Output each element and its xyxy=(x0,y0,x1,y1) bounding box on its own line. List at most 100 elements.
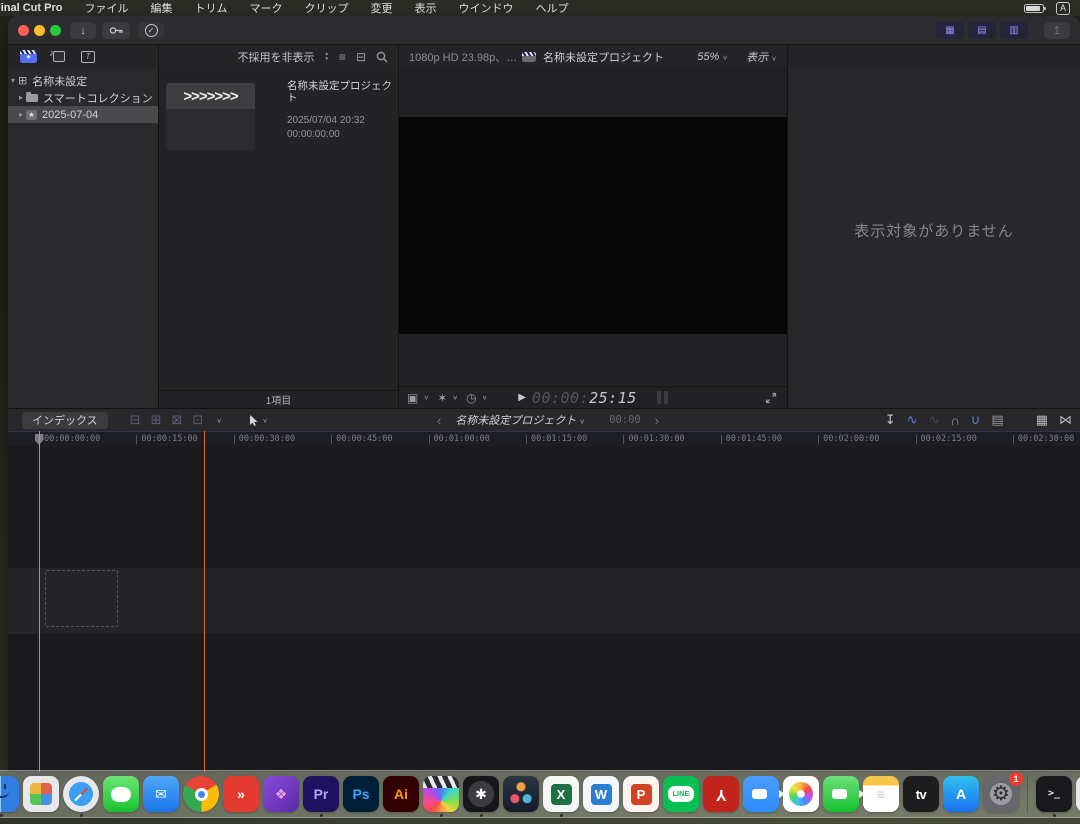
search-icon[interactable] xyxy=(376,51,388,63)
dock-app[interactable]: » xyxy=(221,772,261,816)
clip-name[interactable]: 名称未設定プロジェクト xyxy=(287,80,397,104)
show-timeline-button[interactable]: ▤ xyxy=(968,22,996,39)
dock-app[interactable]: Y xyxy=(701,772,741,816)
audio-skimming-icon[interactable]: ∿ xyxy=(907,412,918,428)
play-button[interactable]: ▶ xyxy=(518,392,526,403)
storyline-clip-placeholder[interactable] xyxy=(45,570,118,627)
keyword-editor-button[interactable] xyxy=(102,22,130,39)
disclosure-open-icon[interactable]: ▾ xyxy=(8,76,18,85)
menu-item[interactable]: ウインドウ xyxy=(458,0,513,16)
dock-app[interactable]: W xyxy=(581,772,621,816)
dock-app[interactable] xyxy=(1021,772,1034,816)
effects-browser-icon[interactable]: ▦ xyxy=(1036,412,1048,428)
dock-app[interactable] xyxy=(781,772,821,816)
dock-app[interactable]: Pr xyxy=(301,772,341,816)
clip-appearance-timeline-icon[interactable]: ▤ xyxy=(991,412,1003,428)
sidebar-item-smart-collection[interactable]: ▸ スマートコレクション xyxy=(8,89,158,106)
tab-photos-audio-icon[interactable] xyxy=(53,51,65,62)
dock-app[interactable]: X xyxy=(541,772,581,816)
transitions-browser-icon[interactable]: ⋈ xyxy=(1059,412,1072,428)
skimming-icon[interactable]: ↧ xyxy=(885,412,896,428)
playhead-line[interactable] xyxy=(39,431,40,772)
clip-appearance-icon[interactable]: ≡ xyxy=(339,50,346,64)
timeline-body[interactable] xyxy=(8,446,1080,772)
share-button[interactable]: ↥ xyxy=(1044,22,1070,39)
dock-app[interactable] xyxy=(181,772,221,816)
dock-app[interactable]: tv xyxy=(901,772,941,816)
filter-dropdown[interactable]: 不採用を非表示 xyxy=(237,49,314,65)
dock-app[interactable]: P xyxy=(621,772,661,816)
dock-app[interactable] xyxy=(101,772,141,816)
video-canvas[interactable] xyxy=(399,117,788,334)
menu-item[interactable]: ファイル xyxy=(84,0,128,16)
dock-app[interactable] xyxy=(421,772,461,816)
clip-date: 2025/07/04 20:32 xyxy=(287,115,397,126)
project-name-label[interactable]: 名称未設定プロジェクト xyxy=(543,49,664,65)
menu-item[interactable]: 表示 xyxy=(414,0,436,16)
minimize-window-button[interactable] xyxy=(34,25,45,36)
menu-item[interactable]: 変更 xyxy=(370,0,392,16)
timeline-back-icon[interactable]: ‹ xyxy=(437,413,441,428)
timeline-panel-icon: ▤ xyxy=(977,25,986,36)
dock-app[interactable]: A xyxy=(941,772,981,816)
dock-app[interactable]: >_ xyxy=(1034,772,1074,816)
dock-app[interactable] xyxy=(21,772,61,816)
chevron-down-icon[interactable]: ∨ xyxy=(216,416,222,423)
snapping-icon[interactable]: ∪ xyxy=(971,412,981,428)
dock-app[interactable] xyxy=(741,772,781,816)
sidebar-item-library[interactable]: ▾ ⊞ 名称未設定 xyxy=(8,72,158,89)
disclosure-closed-icon[interactable]: ▸ xyxy=(16,110,26,119)
app-icon xyxy=(752,789,767,799)
solo-icon[interactable]: ∿ xyxy=(929,412,940,428)
filmstrip-view-icon[interactable]: ⊟ xyxy=(356,50,366,64)
import-media-button[interactable]: ↓ xyxy=(70,22,96,39)
append-edit-icon[interactable]: ⊠ xyxy=(171,412,182,428)
dock-app[interactable]: LINE xyxy=(661,772,701,816)
menu-item[interactable]: クリップ xyxy=(304,0,348,16)
dock-app[interactable] xyxy=(1074,772,1080,816)
timeline-index-button[interactable]: インデックス xyxy=(22,412,108,429)
menu-item[interactable]: トリム xyxy=(194,0,227,16)
menu-app-name[interactable]: Final Cut Pro xyxy=(0,2,62,14)
project-clip-thumbnail[interactable]: >>>>>>> xyxy=(166,83,255,150)
timeline-ruler[interactable]: 00:00:00:00 00:00:15:00 00:00:30:00 00:0… xyxy=(8,431,1080,446)
sidebar-item-event-selected[interactable]: ▸ ★ 2025-07-04 xyxy=(8,106,158,123)
dock-app[interactable] xyxy=(821,772,861,816)
connect-edit-icon[interactable]: ⊟ xyxy=(130,412,141,428)
menu-item[interactable]: マーク xyxy=(249,0,282,16)
overwrite-edit-icon[interactable]: ⊡ xyxy=(192,412,203,428)
disclosure-closed-icon[interactable]: ▸ xyxy=(16,93,26,102)
show-inspector-button[interactable]: ▥ xyxy=(1000,22,1028,39)
dock-app[interactable]: ✱ xyxy=(461,772,501,816)
dock-app[interactable]: ⚙ 1 xyxy=(981,772,1021,816)
menu-item[interactable]: ヘルプ xyxy=(535,0,568,16)
filter-chevrons-icon[interactable]: ▲▼ xyxy=(324,52,328,61)
dock-app[interactable]: Ai xyxy=(381,772,421,816)
dock-app[interactable]: Ps xyxy=(341,772,381,816)
background-tasks-button[interactable]: ✓ xyxy=(138,22,164,39)
zoom-window-button[interactable] xyxy=(50,25,61,36)
share-icon: ↥ xyxy=(1052,24,1061,37)
audio-monitor-icon[interactable]: ∩ xyxy=(951,413,960,428)
ruler-tick: 00:02:30:00 xyxy=(1013,434,1080,444)
dock-app[interactable] xyxy=(0,772,21,816)
select-tool-dropdown[interactable]: ∨ xyxy=(248,414,268,427)
dock-app[interactable]: ✉ xyxy=(141,772,181,816)
show-browser-button[interactable]: ▦ xyxy=(936,22,964,39)
timeline-project-dropdown[interactable]: 名称未設定プロジェクト∨ xyxy=(455,412,585,428)
menu-item[interactable]: 編集 xyxy=(150,0,172,16)
battery-icon[interactable] xyxy=(1024,4,1044,13)
primary-storyline[interactable] xyxy=(8,568,1080,634)
close-window-button[interactable] xyxy=(18,25,29,36)
dock-app[interactable] xyxy=(501,772,541,816)
insert-edit-icon[interactable]: ⊞ xyxy=(151,412,162,428)
timeline-forward-icon[interactable]: › xyxy=(655,413,659,428)
tab-libraries-clapperboard-icon[interactable] xyxy=(20,50,37,63)
tab-titles-generators-icon[interactable]: T xyxy=(81,51,95,63)
dock-app[interactable]: ❖ xyxy=(261,772,301,816)
audio-meters[interactable] xyxy=(657,391,668,404)
dock-app[interactable] xyxy=(61,772,101,816)
dock-app[interactable]: ≡ xyxy=(861,772,901,816)
viewer-project-title: 名称未設定プロジェクト xyxy=(399,49,787,65)
input-source-indicator[interactable]: A xyxy=(1056,2,1070,15)
